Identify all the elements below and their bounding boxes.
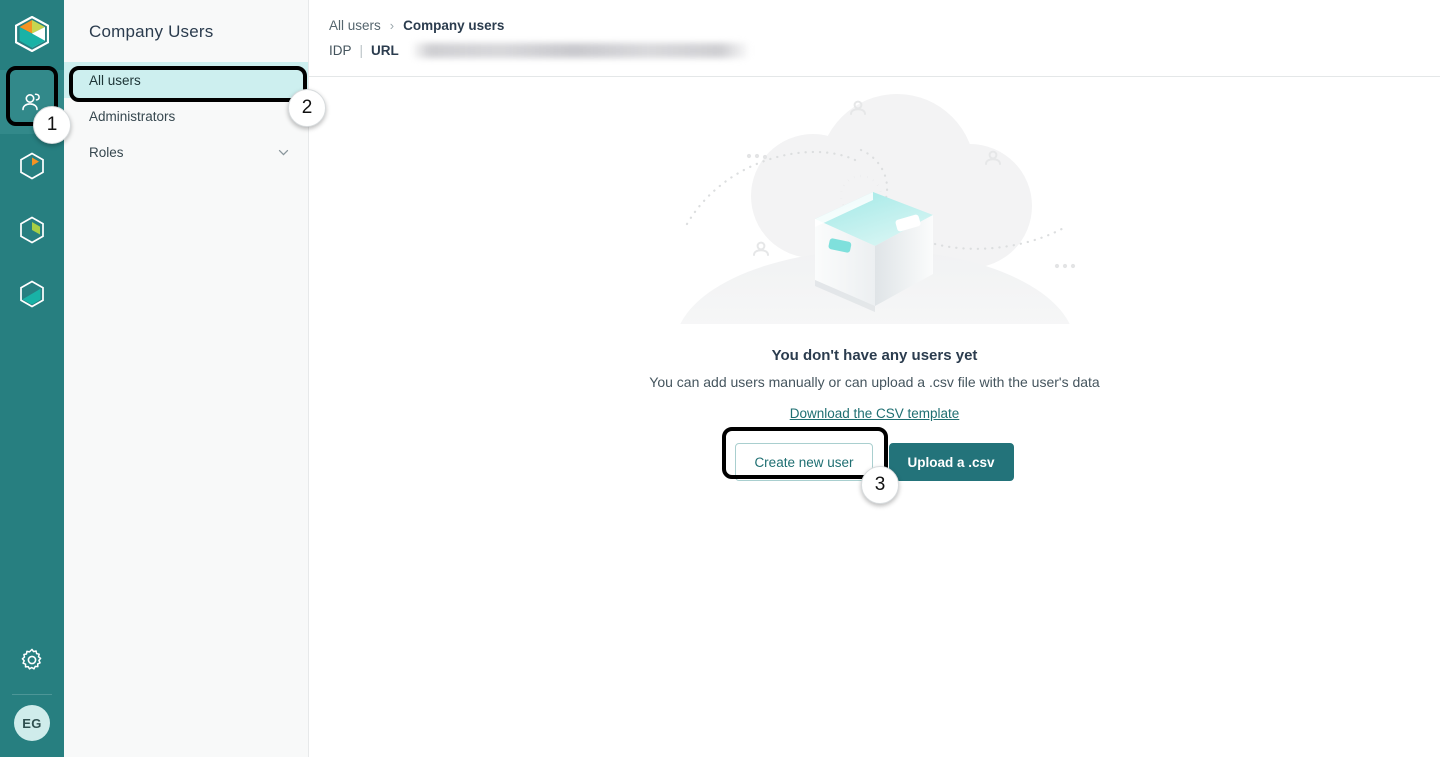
settings-button[interactable] (0, 630, 64, 690)
hexagon-teal-icon (20, 280, 44, 308)
url-value-redacted (412, 43, 748, 58)
rail-divider (12, 694, 52, 695)
empty-state-subtitle: You can add users manually or can upload… (649, 374, 1100, 390)
sidebar-item-all-users[interactable]: All users (64, 62, 308, 98)
page-title: Company Users (89, 22, 214, 41)
sidebar-item-label: All users (89, 72, 141, 88)
rail-item-analytics[interactable] (0, 198, 64, 262)
app-root: EG Company Users All users Administrator… (0, 0, 1440, 757)
idp-separator: | (359, 43, 364, 58)
url-label: URL (371, 43, 399, 58)
chevron-down-icon (277, 146, 290, 159)
hexagon-green-icon (20, 216, 44, 244)
idp-url-row: IDP | URL (309, 33, 1440, 58)
hexagon-orange-icon (20, 152, 44, 180)
create-new-user-button[interactable]: Create new user (735, 443, 873, 481)
avatar[interactable]: EG (14, 705, 50, 741)
breadcrumb-parent[interactable]: All users (329, 18, 381, 33)
rail-item-integrations[interactable] (0, 262, 64, 326)
sidebar-item-administrators[interactable]: Administrators (64, 98, 308, 134)
idp-label: IDP (329, 43, 352, 58)
sidebar-item-label: Administrators (89, 108, 176, 124)
cube-logo-icon[interactable] (10, 12, 54, 56)
breadcrumb: All users › Company users (309, 0, 1440, 33)
download-csv-template-link[interactable]: Download the CSV template (790, 406, 960, 421)
sidebar-item-label: Roles (89, 144, 124, 160)
empty-state: You don't have any users yet You can add… (309, 76, 1440, 481)
breadcrumb-current: Company users (403, 18, 505, 33)
annotation-badge-1: 1 (33, 106, 71, 144)
sidebar-nav: All users Administrators Roles (64, 62, 308, 170)
chevron-right-icon: › (389, 18, 395, 33)
gear-icon (21, 648, 42, 670)
empty-state-title: You don't have any users yet (771, 347, 978, 364)
annotation-badge-3: 3 (861, 466, 899, 504)
empty-box-illustration (665, 84, 1085, 442)
sidebar-item-roles[interactable]: Roles (64, 134, 308, 170)
secondary-sidebar: Company Users All users Administrators R… (64, 0, 309, 757)
annotation-badge-2: 2 (288, 89, 326, 127)
main-content: All users › Company users IDP | URL You … (309, 0, 1440, 757)
upload-csv-button[interactable]: Upload a .csv (888, 443, 1014, 481)
